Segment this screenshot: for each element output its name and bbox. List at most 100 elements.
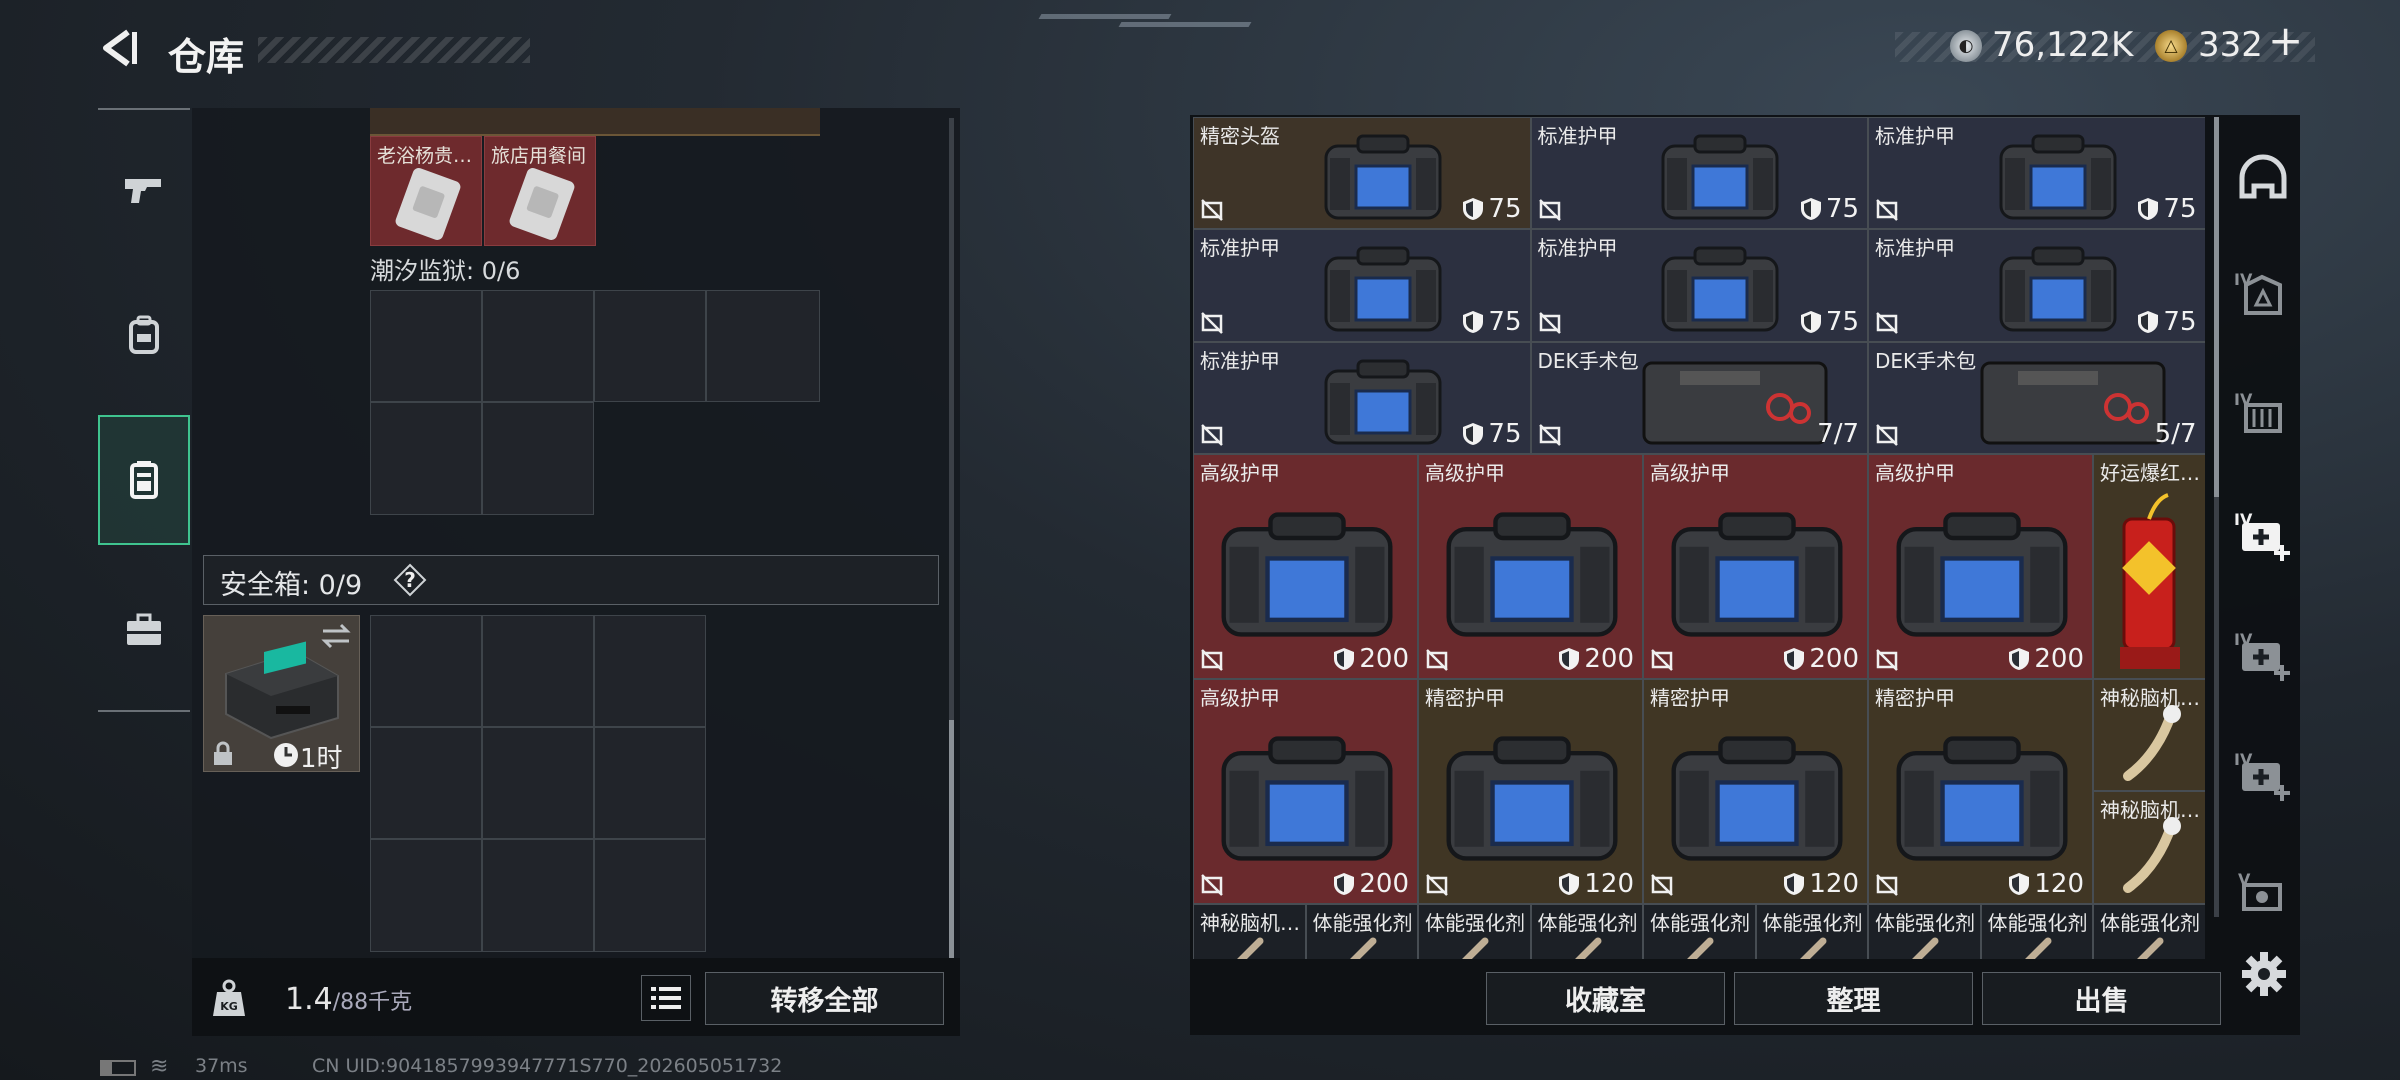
no-insure-icon	[1651, 649, 1673, 671]
weight-unit: /88千克	[332, 990, 413, 1015]
keycard-icon	[395, 168, 461, 240]
grid-slot[interactable]	[370, 402, 482, 515]
sell-button[interactable]: 出售	[1982, 972, 2221, 1025]
side-tab-helmet[interactable]	[2232, 150, 2294, 212]
swap-icon[interactable]	[319, 622, 353, 650]
stash-item[interactable]: 体能强化剂	[1755, 903, 1868, 959]
grid-slot[interactable]	[594, 290, 706, 402]
grid-slot[interactable]	[370, 290, 482, 402]
stash-item[interactable]: 精密护甲 120	[1643, 679, 1868, 904]
organize-button[interactable]: 整理	[1734, 972, 1973, 1025]
armor-vest-icon	[1446, 736, 1617, 862]
collection-room-button[interactable]: 收藏室	[1486, 972, 1725, 1025]
nav-weapons-tab[interactable]	[98, 125, 190, 255]
stash-item[interactable]: 标准护甲 75	[1530, 117, 1868, 230]
stash-item[interactable]: 体能强化剂	[1980, 903, 2093, 959]
shield-icon	[1463, 198, 1484, 221]
stash-item[interactable]: 精密护甲 120	[1418, 679, 1643, 904]
help-icon[interactable]: ?	[392, 562, 428, 598]
stash-item[interactable]: 体能强化剂	[1305, 903, 1418, 959]
side-tab-medkit-iv-2[interactable]: IV	[2232, 745, 2294, 807]
grid-slot[interactable]	[370, 839, 482, 952]
item-value-text: 75	[2163, 194, 2197, 225]
stash-item[interactable]: DEK手术包 5/7	[1868, 341, 2205, 455]
item-name: 精密护甲	[1650, 686, 1730, 710]
grid-slot[interactable]	[594, 615, 706, 727]
item-name: 体能强化剂	[1537, 910, 1638, 935]
stash-item[interactable]: 体能强化剂	[1643, 903, 1756, 959]
stash-item[interactable]: 高级护甲 200	[1643, 454, 1868, 679]
armor-vest-icon	[1221, 512, 1392, 637]
stash-item[interactable]: 好运爆红…	[2093, 454, 2205, 679]
grid-slot[interactable]	[594, 839, 706, 952]
side-tab-medkit-iv[interactable]: IV	[2232, 625, 2294, 687]
no-insure-icon	[1651, 873, 1673, 896]
key-tier-icon: V	[2238, 870, 2282, 911]
list-view-button[interactable]	[641, 975, 691, 1021]
side-tab-key-v[interactable]: V	[2232, 865, 2294, 927]
grid-slot[interactable]	[706, 290, 820, 402]
stash-grid: 精密头盔 75 标准护甲 75 标准护甲 75 标准护甲 75 标准护甲 75 标准护甲 75 标准护甲…	[1193, 117, 2205, 959]
silver-coin-icon: ◐	[1950, 30, 1982, 62]
stash-item[interactable]: 精密头盔 75	[1193, 117, 1531, 230]
item-name: DEK手术包	[1537, 348, 1639, 373]
syringe-icon	[1912, 937, 1939, 959]
stash-item[interactable]: 神秘脑机…	[2093, 679, 2205, 792]
grid-slot[interactable]	[482, 839, 594, 952]
stash-item[interactable]: 高级护甲 200	[1868, 454, 2093, 679]
stash-item[interactable]: 标准护甲 75	[1193, 341, 1531, 455]
grid-slot[interactable]	[482, 290, 594, 402]
grid-slot[interactable]	[482, 727, 594, 839]
nav-safe-box-tab[interactable]	[98, 415, 190, 545]
item-name: 高级护甲	[1875, 461, 1955, 486]
no-insure-icon	[1876, 311, 1898, 334]
item-name: 精密护甲	[1875, 686, 1955, 710]
stash-item[interactable]: 标准护甲 75	[1868, 117, 2205, 230]
nav-backpack-tab[interactable]	[98, 270, 190, 400]
stash-item[interactable]: 精密护甲 120	[1868, 679, 2093, 904]
stash-item[interactable]: 标准护甲 75	[1193, 229, 1531, 342]
side-tab-armor-iv[interactable]: IV	[2232, 265, 2294, 327]
shield-icon	[1334, 647, 1355, 670]
stash-item[interactable]: 神秘脑机…	[1193, 903, 1306, 959]
stash-item[interactable]: 标准护甲 75	[1530, 229, 1868, 342]
side-tab-rig-iv[interactable]: IV	[2232, 385, 2294, 447]
grid-slot[interactable]	[370, 727, 482, 839]
stash-item[interactable]: 标准护甲 75	[1868, 229, 2205, 342]
item-name: 标准护甲	[1875, 124, 1955, 148]
shield-icon	[2009, 647, 2030, 670]
medkit-tier-icon: IV	[2234, 510, 2290, 561]
stash-item[interactable]: 高级护甲 200	[1193, 679, 1418, 904]
armor-vest-icon	[1661, 134, 1779, 220]
stash-item[interactable]: 高级护甲 200	[1418, 454, 1643, 679]
ping-readout: 37ms	[195, 1055, 248, 1077]
shield-icon	[1800, 310, 1821, 333]
inventory-item[interactable]: 老浴杨贵…	[370, 136, 482, 246]
stash-item[interactable]: 体能强化剂	[1530, 903, 1643, 959]
stash-item[interactable]: 神秘脑机…	[2093, 791, 2205, 904]
stash-item[interactable]: 体能强化剂	[2093, 903, 2205, 959]
transfer-all-button[interactable]: 转移全部	[705, 972, 944, 1025]
side-tab-medkit-iv-active[interactable]: IV	[2232, 505, 2294, 567]
stash-item[interactable]: 体能强化剂	[1868, 903, 1981, 959]
grid-slot[interactable]	[370, 615, 482, 727]
armor-vest-icon	[1896, 512, 2067, 637]
brain-chip-icon	[2123, 705, 2181, 781]
stash-item[interactable]: 高级护甲 200	[1193, 454, 1418, 679]
stash-item[interactable]: 体能强化剂	[1418, 903, 1531, 959]
grid-slot[interactable]	[482, 402, 594, 515]
stash-scrollbar-thumb[interactable]	[2214, 117, 2219, 497]
grid-slot[interactable]	[594, 727, 706, 839]
gear-icon[interactable]	[2240, 950, 2288, 998]
add-currency-button[interactable]: +	[2268, 20, 2303, 62]
left-scrollbar-thumb[interactable]	[949, 720, 954, 958]
medkit-tier-icon: IV	[2234, 630, 2290, 681]
no-insure-icon	[1876, 873, 1898, 896]
shield-icon	[2009, 872, 2030, 895]
grid-slot[interactable]	[482, 615, 594, 727]
stash-item[interactable]: DEK手术包 7/7	[1530, 341, 1868, 455]
nav-briefcase-tab[interactable]	[98, 565, 190, 695]
inventory-item[interactable]: 旅店用餐间	[484, 136, 596, 246]
shield-icon	[1559, 872, 1580, 895]
back-icon[interactable]	[98, 26, 140, 70]
